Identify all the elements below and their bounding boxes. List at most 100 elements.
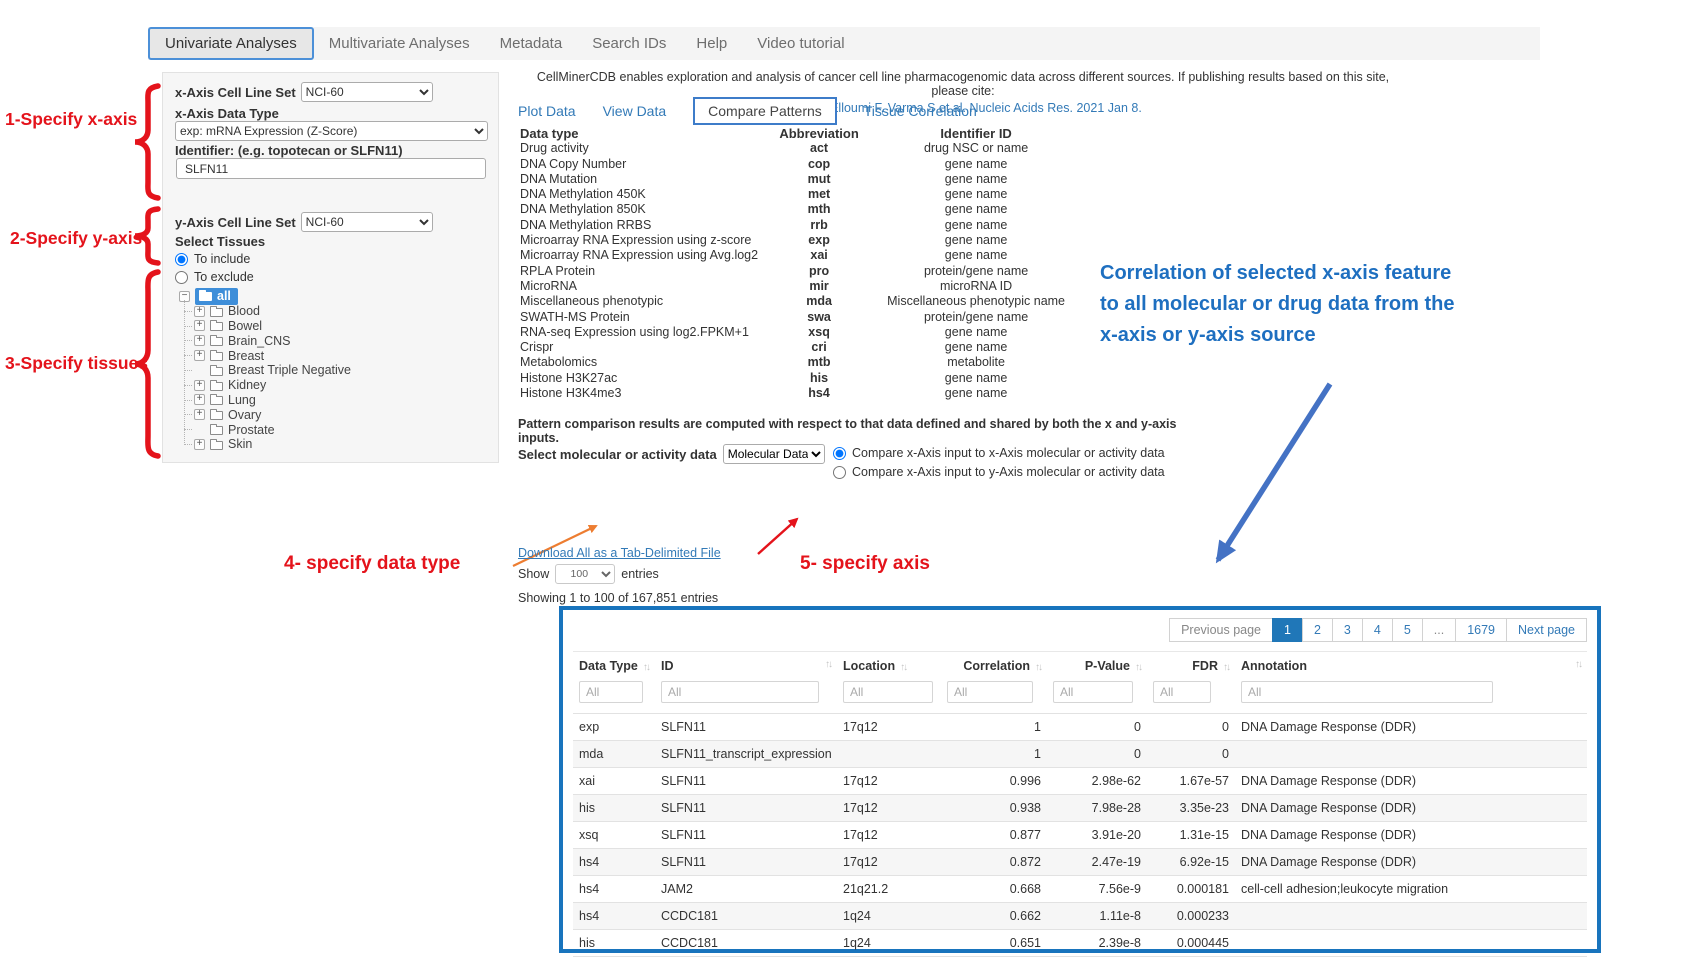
tree-item[interactable]: + Brain_CNS xyxy=(194,333,351,348)
col-header-id[interactable]: ↑↓ID xyxy=(655,652,837,682)
subtab-view-data[interactable]: View Data xyxy=(603,98,667,124)
tab-univariate-analyses[interactable]: Univariate Analyses xyxy=(148,27,314,60)
x-cellline-select[interactable]: NCI-60 xyxy=(301,82,433,102)
cell-annotation: DNA Damage Response (DDR) xyxy=(1235,768,1587,795)
sort-icon[interactable]: ↑↓ xyxy=(1575,659,1581,670)
page-button-1[interactable]: 1 xyxy=(1272,618,1303,642)
radio-compare-x-axis[interactable] xyxy=(833,447,846,460)
page-button-4[interactable]: 4 xyxy=(1362,618,1393,642)
sort-icon[interactable]: ↑↓ xyxy=(1223,662,1229,673)
expand-icon[interactable]: + xyxy=(194,380,205,391)
tree-item[interactable]: + Ovary xyxy=(194,407,351,422)
expand-icon[interactable]: + xyxy=(194,306,205,317)
radio-compare-y-axis[interactable] xyxy=(833,466,846,479)
cell-correlation: 1 xyxy=(941,714,1047,741)
filter-fdr[interactable] xyxy=(1153,681,1211,703)
tree-item-label: Lung xyxy=(228,393,256,407)
tree-item[interactable]: + Skin xyxy=(194,437,351,452)
page-button-1679[interactable]: 1679 xyxy=(1455,618,1507,642)
radio-to-include[interactable] xyxy=(175,253,188,266)
cell-fdr: 0.000233 xyxy=(1147,903,1235,930)
y-cellline-select[interactable]: NCI-60 xyxy=(301,212,433,232)
axis-settings-panel: x-Axis Cell Line Set NCI-60 x-Axis Data … xyxy=(162,72,499,463)
sort-icon[interactable]: ↑↓ xyxy=(900,662,906,673)
subtab-tissue-correlation[interactable]: Tissue Correlation xyxy=(864,98,977,124)
expand-icon[interactable]: + xyxy=(194,320,205,331)
col-header-data-type[interactable]: Data Type↑↓ xyxy=(573,652,655,682)
annotation-step1: 1-Specify x-axis xyxy=(5,109,137,130)
tab-metadata[interactable]: Metadata xyxy=(485,27,578,60)
page-size-select[interactable]: 100 xyxy=(555,564,615,584)
col-header-label: Correlation xyxy=(963,659,1030,673)
tree-item[interactable]: + Blood xyxy=(194,304,351,319)
molecular-data-select[interactable]: Molecular Data xyxy=(723,444,825,464)
legend-abbreviation: pro xyxy=(760,264,878,279)
result-row[interactable]: his SLFN11 17q12 0.938 7.98e-28 3.35e-23… xyxy=(573,795,1587,822)
page-button-5[interactable]: 5 xyxy=(1392,618,1423,642)
col-header-fdr[interactable]: FDR↑↓ xyxy=(1147,652,1235,682)
sort-icon[interactable]: ↑↓ xyxy=(1035,662,1041,673)
col-header-annotation[interactable]: Annotation↑↓ xyxy=(1235,652,1587,682)
filter-correlation[interactable] xyxy=(947,681,1033,703)
tab-video-tutorial[interactable]: Video tutorial xyxy=(742,27,859,60)
folder-icon xyxy=(210,411,223,420)
page-button-3[interactable]: 3 xyxy=(1332,618,1363,642)
expand-icon[interactable]: + xyxy=(194,409,205,420)
legend-abbreviation: rrb xyxy=(760,218,878,233)
filter-p-value[interactable] xyxy=(1053,681,1133,703)
tree-item[interactable]: + Kidney xyxy=(194,378,351,393)
expand-icon[interactable]: + xyxy=(194,335,205,346)
cell-location: 21q21.2 xyxy=(837,876,941,903)
x-datatype-select[interactable]: exp: mRNA Expression (Z-Score) xyxy=(175,121,488,141)
filter-data-type[interactable] xyxy=(579,681,643,703)
result-row[interactable]: hs4 CCDC181 1q24 0.662 1.11e-8 0.000233 xyxy=(573,903,1587,930)
legend-identifier: gene name xyxy=(878,371,1074,386)
result-row[interactable]: xsq SLFN11 17q12 0.877 3.91e-20 1.31e-15… xyxy=(573,822,1587,849)
filter-id[interactable] xyxy=(661,681,819,703)
page-button-2[interactable]: 2 xyxy=(1302,618,1333,642)
result-row[interactable]: mda SLFN11_transcript_expression 1 0 0 xyxy=(573,741,1587,768)
legend-datatype: DNA Methylation 850K xyxy=(518,202,760,217)
result-row[interactable]: hs4 SLFN11 17q12 0.872 2.47e-19 6.92e-15… xyxy=(573,849,1587,876)
legend-row: DNA Methylation RRBS rrb gene name xyxy=(518,218,1074,233)
expand-icon[interactable]: + xyxy=(194,394,205,405)
tab-search-ids[interactable]: Search IDs xyxy=(577,27,681,60)
subtab-plot-data[interactable]: Plot Data xyxy=(518,98,576,124)
cell-location: 17q12 xyxy=(837,714,941,741)
tree-item-all[interactable]: − all xyxy=(179,289,351,304)
download-link[interactable]: Download All as a Tab-Delimited File xyxy=(518,546,721,560)
tree-item[interactable]: + Lung xyxy=(194,393,351,408)
sort-icon[interactable]: ↑↓ xyxy=(1135,662,1141,673)
cell-annotation: DNA Damage Response (DDR) xyxy=(1235,714,1587,741)
legend-abbreviation: cri xyxy=(760,340,878,355)
filter-annotation[interactable] xyxy=(1241,681,1493,703)
next-page-button[interactable]: Next page xyxy=(1506,618,1587,642)
legend-abbreviation: hs4 xyxy=(760,386,878,401)
expand-icon[interactable]: + xyxy=(194,439,205,450)
result-row[interactable]: xai SLFN11 17q12 0.996 2.98e-62 1.67e-57… xyxy=(573,768,1587,795)
tree-item[interactable]: + Prostate xyxy=(194,422,351,437)
expand-icon[interactable]: + xyxy=(194,350,205,361)
tree-item[interactable]: + Bowel xyxy=(194,319,351,334)
col-header-location[interactable]: Location↑↓ xyxy=(837,652,941,682)
result-row[interactable]: exp SLFN11 17q12 1 0 0 DNA Damage Respon… xyxy=(573,714,1587,741)
radio-to-exclude[interactable] xyxy=(175,271,188,284)
tab-help[interactable]: Help xyxy=(681,27,742,60)
filter-location[interactable] xyxy=(843,681,933,703)
subtab-compare-patterns[interactable]: Compare Patterns xyxy=(693,97,837,125)
sort-icon[interactable]: ↑↓ xyxy=(643,662,649,673)
legend-row: MicroRNA mir microRNA ID xyxy=(518,279,1074,294)
tab-multivariate-analyses[interactable]: Multivariate Analyses xyxy=(314,27,485,60)
result-row[interactable]: hs4 JAM2 21q21.2 0.668 7.56e-9 0.000181 … xyxy=(573,876,1587,903)
legend-identifier: metabolite xyxy=(878,355,1074,370)
cell-fdr: 1.31e-15 xyxy=(1147,822,1235,849)
col-header-correlation[interactable]: Correlation ↑↓ xyxy=(941,652,1047,682)
tree-item[interactable]: + Breast xyxy=(194,348,351,363)
col-header-p-value[interactable]: P-Value↑↓ xyxy=(1047,652,1147,682)
cell-id: JAM2 xyxy=(655,876,837,903)
identifier-input[interactable] xyxy=(176,158,486,179)
previous-page-button[interactable]: Previous page xyxy=(1169,618,1273,642)
sort-icon[interactable]: ↑↓ xyxy=(825,659,831,670)
tree-item[interactable]: + Breast Triple Negative xyxy=(194,363,351,378)
result-row[interactable]: his CCDC181 1q24 0.651 2.39e-8 0.000445 xyxy=(573,930,1587,957)
